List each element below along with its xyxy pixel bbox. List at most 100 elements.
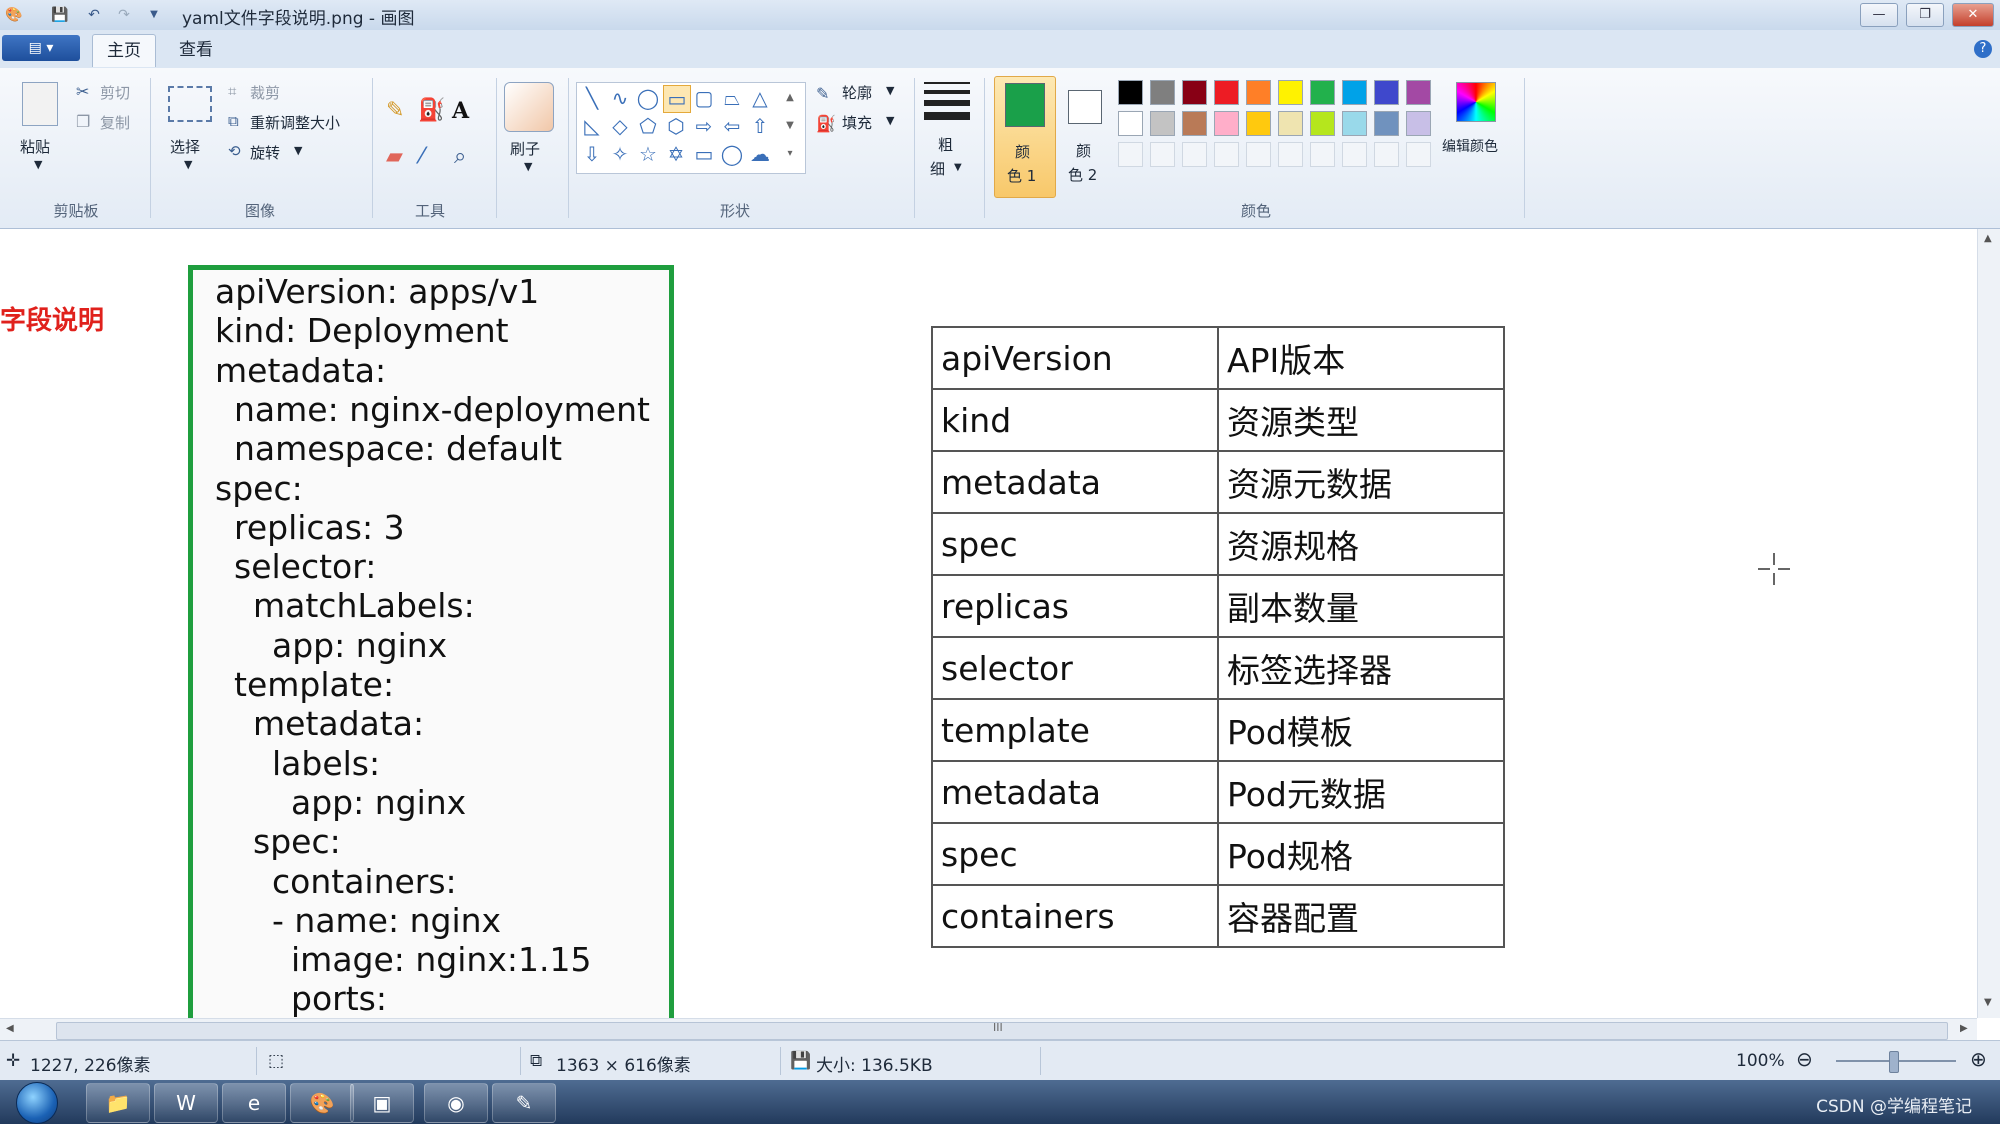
fill-button[interactable]: 填充	[842, 112, 872, 133]
gallery-more-icon[interactable]: ▾	[777, 141, 803, 167]
minimize-button[interactable]: —	[1860, 3, 1898, 27]
close-button[interactable]: ✕	[1952, 3, 1994, 27]
tab-view[interactable]: 查看	[165, 34, 227, 66]
triangle-shape-icon[interactable]: △	[747, 85, 773, 111]
scroll-down-icon[interactable]: ▼	[1984, 997, 1992, 1008]
brush-icon[interactable]	[504, 82, 554, 132]
eraser-icon[interactable]: ▰	[386, 144, 403, 169]
paste-icon[interactable]	[22, 82, 58, 126]
app-menu-button[interactable]: ▤ ▾	[2, 35, 80, 61]
notepad-taskbar-icon[interactable]: ✎	[492, 1083, 556, 1123]
down-arrow-shape-icon[interactable]: ⇩	[579, 141, 605, 167]
color2-button[interactable]: 颜 色 2	[1060, 76, 1110, 196]
save-icon[interactable]: 💾	[50, 5, 70, 25]
select-button[interactable]: 选择	[170, 136, 200, 157]
size-lines-icon[interactable]	[924, 82, 970, 122]
oval-callout-shape-icon[interactable]: ◯	[719, 141, 745, 167]
scroll-up-icon[interactable]: ▲	[1984, 233, 1992, 244]
palette-empty-swatch[interactable]	[1182, 142, 1207, 167]
palette-swatch[interactable]	[1342, 80, 1367, 105]
cut-button[interactable]: 剪切	[100, 82, 130, 103]
oval-shape-icon[interactable]: ◯	[635, 85, 661, 111]
app-taskbar-icon[interactable]: ▣	[350, 1083, 414, 1123]
crop-button[interactable]: 裁剪	[250, 82, 280, 103]
copy-button[interactable]: 复制	[100, 112, 130, 133]
gallery-up-icon[interactable]: ▲	[777, 85, 803, 111]
palette-swatch[interactable]	[1246, 80, 1271, 105]
palette-empty-swatch[interactable]	[1342, 142, 1367, 167]
color1-button[interactable]: 颜 色 1	[994, 76, 1056, 198]
polygon-shape-icon[interactable]: ⏢	[719, 85, 745, 111]
palette-swatch[interactable]	[1150, 111, 1175, 136]
palette-swatch[interactable]	[1246, 111, 1271, 136]
zoom-out-icon[interactable]: ⊖	[1796, 1047, 1813, 1071]
edit-colors-icon[interactable]	[1456, 82, 1496, 122]
fill-dropdown-icon[interactable]: ▼	[886, 114, 894, 127]
rect-callout-shape-icon[interactable]: ▭	[691, 141, 717, 167]
paint-app-icon[interactable]: 🎨	[4, 5, 24, 25]
zoom-slider-thumb[interactable]	[1889, 1051, 1899, 1073]
scroll-right-icon[interactable]: ▶	[1960, 1023, 1968, 1034]
customize-dropdown-icon[interactable]: ▼	[144, 5, 164, 25]
horizontal-scrollbar[interactable]: ◀ III ▶	[0, 1018, 1977, 1041]
palette-swatch[interactable]	[1214, 80, 1239, 105]
palette-empty-swatch[interactable]	[1310, 142, 1335, 167]
horizontal-scroll-thumb[interactable]: III	[56, 1021, 1948, 1040]
tab-home[interactable]: 主页	[92, 34, 156, 67]
palette-swatch[interactable]	[1182, 111, 1207, 136]
palette-empty-swatch[interactable]	[1278, 142, 1303, 167]
diamond-shape-icon[interactable]: ◇	[607, 113, 633, 139]
magnifier-icon[interactable]: ⌕	[454, 144, 466, 169]
outline-dropdown-icon[interactable]: ▼	[886, 84, 894, 97]
restore-button[interactable]: ❐	[1906, 3, 1944, 27]
pencil-icon[interactable]: ✎	[386, 98, 404, 123]
edit-colors-button[interactable]: 编辑颜色	[1442, 136, 1498, 156]
five-point-star-shape-icon[interactable]: ☆	[635, 141, 661, 167]
palette-swatch[interactable]	[1182, 80, 1207, 105]
right-triangle-shape-icon[interactable]: ◺	[579, 113, 605, 139]
rotate-button[interactable]: 旋转	[250, 142, 280, 163]
resize-button[interactable]: 重新调整大小	[250, 112, 340, 133]
palette-empty-swatch[interactable]	[1374, 142, 1399, 167]
palette-swatch[interactable]	[1310, 111, 1335, 136]
word-taskbar-icon[interactable]: W	[154, 1083, 218, 1123]
palette-swatch[interactable]	[1374, 111, 1399, 136]
browser-taskbar-icon[interactable]: e	[222, 1083, 286, 1123]
cloud-callout-shape-icon[interactable]: ☁	[747, 141, 773, 167]
palette-swatch[interactable]	[1150, 80, 1175, 105]
zoom-in-icon[interactable]: ⊕	[1970, 1047, 1987, 1071]
hexagon-shape-icon[interactable]: ⬡	[663, 113, 689, 139]
undo-icon[interactable]: ↶	[84, 5, 104, 25]
paste-button[interactable]: 粘贴	[20, 136, 50, 157]
color-picker-icon[interactable]: ⁄	[420, 144, 424, 169]
select-icon[interactable]	[168, 86, 212, 122]
media-taskbar-icon[interactable]: ◉	[424, 1083, 488, 1123]
outline-button[interactable]: 轮廓	[842, 82, 872, 103]
rectangle-shape-icon[interactable]: ▭	[663, 85, 691, 113]
four-point-star-shape-icon[interactable]: ✧	[607, 141, 633, 167]
fill-bucket-icon[interactable]: ⛽	[418, 98, 445, 123]
palette-empty-swatch[interactable]	[1214, 142, 1239, 167]
palette-swatch[interactable]	[1118, 80, 1143, 105]
redo-icon[interactable]: ↷	[114, 5, 134, 25]
vertical-scrollbar[interactable]: ▲ ▼	[1977, 229, 2000, 1018]
size-label-line1[interactable]: 粗	[938, 134, 953, 155]
palette-swatch[interactable]	[1310, 80, 1335, 105]
rotate-dropdown-icon[interactable]: ▼	[294, 144, 302, 157]
line-shape-icon[interactable]: ╲	[579, 85, 605, 111]
select-dropdown-icon[interactable]: ▼	[184, 158, 192, 171]
vertical-scroll-thumb[interactable]	[1981, 257, 1997, 1115]
pentagon-shape-icon[interactable]: ⬠	[635, 113, 661, 139]
palette-swatch[interactable]	[1118, 111, 1143, 136]
explorer-taskbar-icon[interactable]: 📁	[86, 1083, 150, 1123]
brush-button[interactable]: 刷子	[510, 138, 540, 159]
palette-swatch[interactable]	[1406, 111, 1431, 136]
curve-shape-icon[interactable]: ∿	[607, 85, 633, 111]
palette-swatch[interactable]	[1278, 80, 1303, 105]
palette-empty-swatch[interactable]	[1246, 142, 1271, 167]
left-arrow-shape-icon[interactable]: ⇦	[719, 113, 745, 139]
right-arrow-shape-icon[interactable]: ⇨	[691, 113, 717, 139]
paste-dropdown-icon[interactable]: ▼	[34, 158, 42, 171]
palette-empty-swatch[interactable]	[1406, 142, 1431, 167]
six-point-star-shape-icon[interactable]: ✡	[663, 141, 689, 167]
